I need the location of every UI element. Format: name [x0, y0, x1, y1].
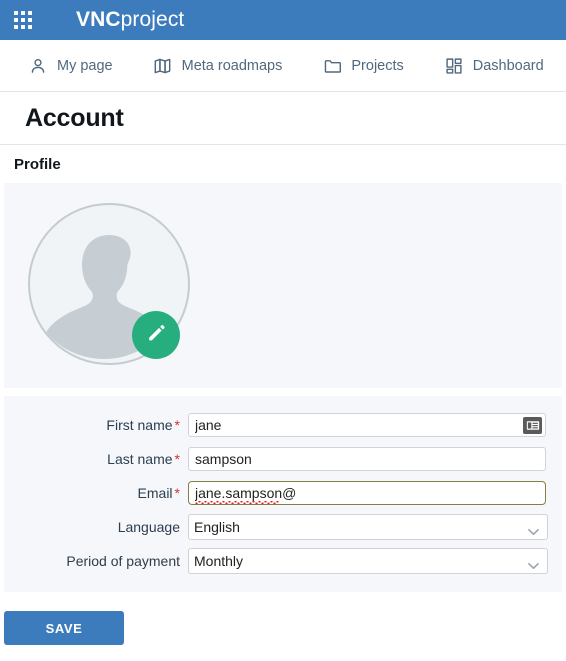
avatar[interactable]: [28, 203, 190, 365]
last-name-control: [188, 447, 546, 471]
pencil-icon: [145, 322, 167, 349]
brand-name-bold: VNC: [76, 8, 121, 31]
nav-item-my-page[interactable]: My page: [28, 56, 113, 76]
autofill-contact-card-icon[interactable]: [523, 417, 542, 434]
brand-bar: VNCproject: [0, 0, 566, 40]
nav-item-meta-roadmaps[interactable]: Meta roadmaps: [153, 56, 283, 76]
nav-item-dashboard-label: Dashboard: [472, 57, 544, 74]
edit-avatar-button[interactable]: [132, 311, 180, 359]
person-icon: [28, 56, 48, 76]
avatar-panel: [4, 183, 562, 388]
last-name-label: Last name *: [107, 451, 180, 467]
email-label: Email *: [137, 485, 180, 501]
required-marker: *: [174, 485, 180, 501]
last-name-input[interactable]: [188, 447, 546, 471]
period-of-payment-select[interactable]: Monthly: [188, 548, 548, 574]
section-header: Profile: [0, 145, 566, 183]
required-marker: *: [174, 417, 180, 433]
form-actions: SAVE: [0, 592, 566, 645]
language-select[interactable]: English: [188, 514, 548, 540]
brand-logo[interactable]: VNCproject: [76, 8, 184, 32]
nav-item-meta-roadmaps-label: Meta roadmaps: [181, 57, 283, 74]
app-grid-icon[interactable]: [12, 9, 34, 31]
main-navigation: My page Meta roadmaps Projects Dashboard: [0, 40, 566, 92]
page-title: Account: [25, 103, 124, 132]
required-marker: *: [174, 451, 180, 467]
brand-name-light: project: [120, 8, 185, 31]
first-name-input[interactable]: [188, 413, 546, 437]
nav-item-my-page-label: My page: [57, 57, 113, 74]
folder-icon: [322, 56, 342, 76]
period-of-payment-control: Monthly: [188, 548, 548, 574]
first-name-control: [188, 413, 546, 437]
form-row-language: Language English: [4, 510, 562, 544]
email-input[interactable]: [188, 481, 546, 505]
profile-form: First name* Last name* Emai: [4, 396, 562, 592]
section-title: Profile: [14, 155, 61, 173]
language-label: Language: [117, 519, 180, 535]
map-icon: [153, 56, 173, 76]
page-header: Account: [0, 92, 566, 145]
form-row-first-name: First name *: [4, 408, 562, 442]
form-row-email: Email *: [4, 476, 562, 510]
save-button[interactable]: SAVE: [4, 611, 124, 645]
dashboard-grid-icon: [444, 56, 464, 76]
form-row-last-name: Last name *: [4, 442, 562, 476]
period-of-payment-label: Period of payment: [66, 553, 180, 569]
form-row-period-of-payment: Period of payment Monthly: [4, 544, 562, 578]
language-control: English: [188, 514, 548, 540]
first-name-label: First name *: [106, 417, 180, 433]
nav-item-projects[interactable]: Projects: [322, 56, 404, 76]
nav-item-projects-label: Projects: [351, 57, 404, 74]
email-control: [188, 481, 546, 505]
nav-item-dashboard[interactable]: Dashboard: [444, 56, 544, 76]
